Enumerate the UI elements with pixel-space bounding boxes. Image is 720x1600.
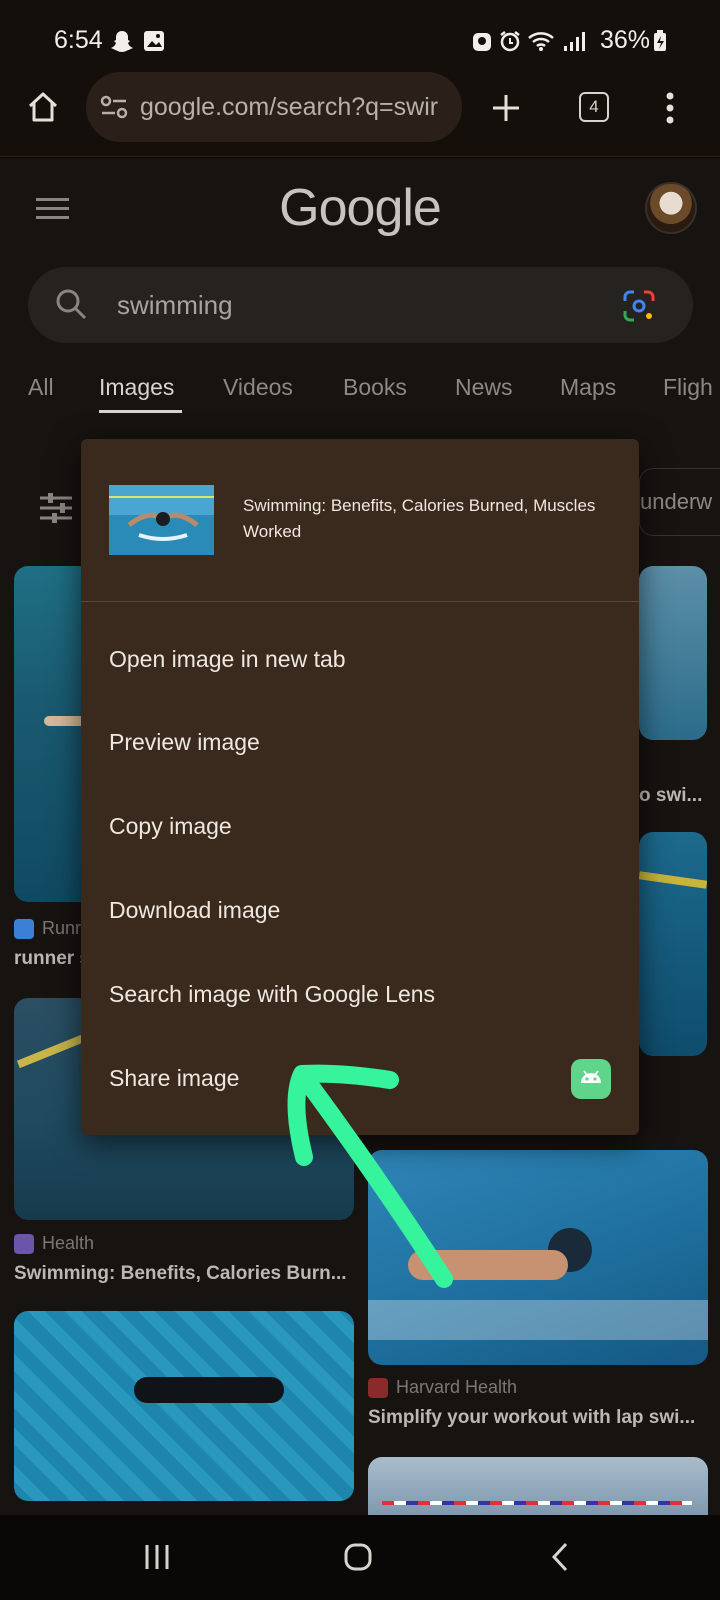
- battery-percent: 36%: [600, 26, 651, 54]
- google-lens-icon[interactable]: [622, 289, 656, 323]
- home-button-icon[interactable]: [344, 1543, 372, 1571]
- url-bar[interactable]: google.com/search?q=swir: [86, 72, 462, 142]
- harvard-favicon: [368, 1378, 388, 1398]
- url-text[interactable]: google.com/search?q=swir: [140, 93, 450, 122]
- search-icon: [56, 289, 87, 320]
- avatar[interactable]: [645, 182, 697, 234]
- image-context-menu: Swimming: Benefits, Calories Burned, Mus…: [81, 439, 639, 1135]
- result-source: Harvard Health: [396, 1377, 518, 1397]
- result-image[interactable]: [14, 1311, 354, 1501]
- alarm-icon: [500, 31, 520, 52]
- tab-news[interactable]: News: [455, 374, 513, 401]
- result-source: Health: [42, 1233, 95, 1253]
- result-source: Runr: [42, 918, 82, 938]
- result-image[interactable]: [639, 566, 707, 740]
- download-image-item[interactable]: Download image: [109, 897, 280, 924]
- share-image-item[interactable]: Share image: [109, 1065, 239, 1092]
- result-image[interactable]: [639, 832, 707, 1056]
- tab-books[interactable]: Books: [343, 374, 407, 401]
- result-title[interactable]: Swimming: Benefits, Calories Burn...: [14, 1263, 347, 1285]
- result-title[interactable]: runner s: [14, 948, 90, 970]
- search-input[interactable]: swimming: [28, 267, 693, 343]
- tab-videos[interactable]: Videos: [223, 374, 293, 401]
- tab-images[interactable]: Images: [99, 374, 174, 401]
- home-icon[interactable]: [26, 90, 60, 124]
- status-time: 6:54: [54, 26, 103, 54]
- menu-divider: [81, 601, 639, 602]
- runner-favicon: [14, 919, 34, 939]
- result-image[interactable]: [368, 1457, 708, 1517]
- tab-flights[interactable]: Fligh: [663, 374, 713, 401]
- copy-image-item[interactable]: Copy image: [109, 813, 232, 840]
- tab-all[interactable]: All: [28, 374, 54, 401]
- lock-screen-icon: [473, 33, 491, 51]
- new-tab-icon[interactable]: [490, 92, 522, 124]
- result-image[interactable]: [368, 1150, 708, 1365]
- result-title[interactable]: Simplify your workout with lap swi...: [368, 1407, 695, 1429]
- preview-image-item[interactable]: Preview image: [109, 729, 260, 756]
- search-chip[interactable]: underw: [639, 468, 720, 536]
- site-settings-icon[interactable]: [100, 94, 128, 120]
- back-icon[interactable]: [550, 1542, 570, 1572]
- android-share-icon[interactable]: [571, 1059, 611, 1099]
- menu-image-thumbnail: [109, 485, 214, 555]
- battery-charging-icon: [654, 30, 666, 51]
- chip-label[interactable]: underw: [640, 489, 712, 515]
- filter-icon[interactable]: [38, 492, 74, 524]
- tab-maps[interactable]: Maps: [560, 374, 616, 401]
- google-lens-search-item[interactable]: Search image with Google Lens: [109, 981, 435, 1008]
- snapchat-icon: [111, 31, 133, 52]
- system-nav-bar: [0, 1515, 720, 1600]
- status-bar: 6:54 36%: [0, 0, 720, 80]
- open-in-new-tab-item[interactable]: Open image in new tab: [109, 646, 346, 673]
- result-title[interactable]: o swi...: [639, 785, 702, 807]
- active-tab-indicator: [99, 410, 182, 413]
- tab-switcher-button[interactable]: 4: [579, 92, 609, 122]
- gallery-icon: [144, 31, 164, 51]
- more-options-icon[interactable]: [665, 92, 675, 124]
- health-favicon: [14, 1234, 34, 1254]
- signal-icon: [564, 32, 585, 51]
- google-logo: Google: [279, 179, 442, 237]
- recent-apps-icon[interactable]: [143, 1543, 171, 1571]
- search-query[interactable]: swimming: [117, 290, 233, 321]
- wifi-icon: [528, 32, 554, 51]
- menu-image-title: Swimming: Benefits, Calories Burned, Mus…: [243, 496, 596, 541]
